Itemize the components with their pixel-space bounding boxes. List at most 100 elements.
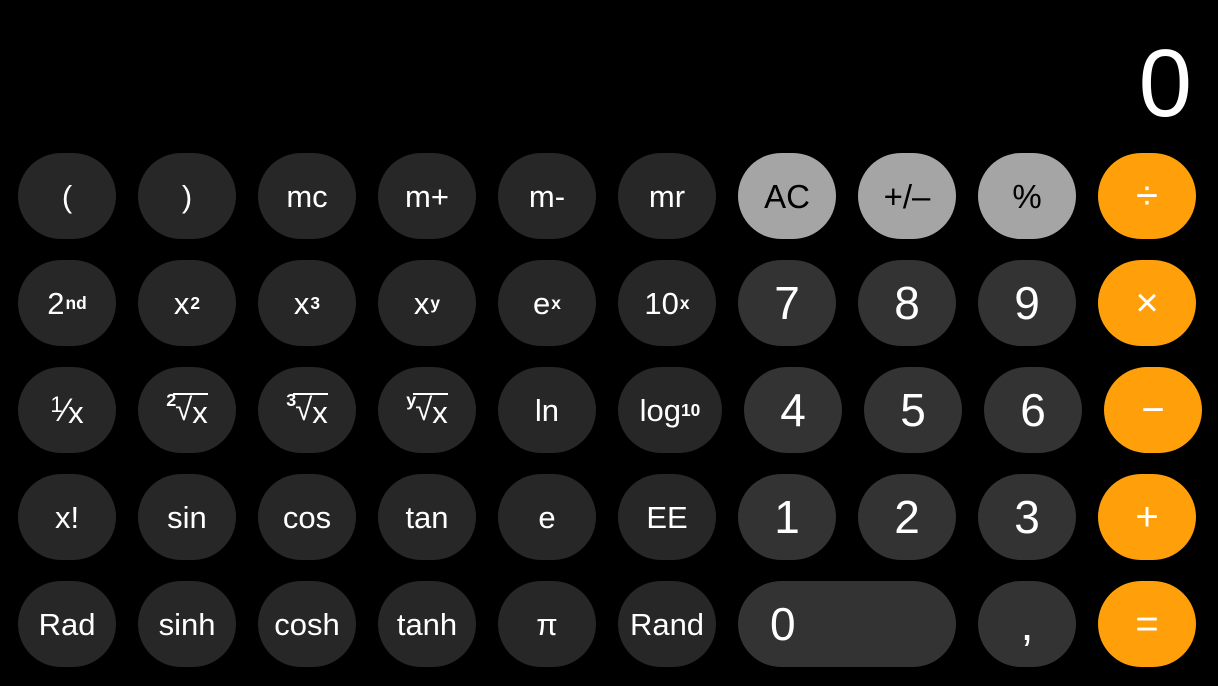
- key-label: 7: [774, 277, 800, 329]
- key-log-base-10[interactable]: log 10: [618, 367, 722, 453]
- key-hyperbolic-tangent[interactable]: tanh: [378, 581, 476, 667]
- key-nth-root[interactable]: y √ x: [378, 367, 476, 453]
- key-memory-subtract[interactable]: m-: [498, 153, 596, 239]
- calculator-keypad: () mc m+ m-mr AC +/–% ÷ 2nd x 2 x 3 x y e x 10 x 7 8 9 × 1 ⁄ x 2 √…: [18, 153, 1202, 667]
- key-exp-e[interactable]: ex: [498, 260, 596, 346]
- key-square[interactable]: x2: [138, 260, 236, 346]
- key-memory-clear[interactable]: mc: [258, 153, 356, 239]
- key-tangent[interactable]: tan: [378, 474, 476, 560]
- key-divide[interactable]: ÷: [1098, 153, 1196, 239]
- key-digit-9[interactable]: 9: [978, 260, 1076, 346]
- key-digit-0[interactable]: 0: [738, 581, 956, 667]
- key-hyperbolic-sine[interactable]: sinh: [138, 581, 236, 667]
- key-hyperbolic-cosine[interactable]: cosh: [258, 581, 356, 667]
- key-label: tan: [405, 499, 449, 535]
- key-label: −: [1141, 388, 1165, 432]
- key-label: ln: [534, 392, 560, 428]
- calculator-app: 0 () mc m+ m-mr AC +/–% ÷ 2nd x 2 x 3 x y e x 10 x 7 8 9 × 1 ⁄ x…: [0, 0, 1218, 686]
- key-label: 9: [1014, 277, 1040, 329]
- radical-operand: x: [312, 394, 328, 430]
- key-sine[interactable]: sin: [138, 474, 236, 560]
- key-euler-constant[interactable]: e: [498, 474, 596, 560]
- key-pi-constant[interactable]: π: [498, 581, 596, 667]
- radical-sign: √: [415, 391, 433, 427]
- key-label: cos: [282, 499, 332, 535]
- key-power-xy[interactable]: xy: [378, 260, 476, 346]
- radical-sign: √: [175, 391, 193, 427]
- radical-operand: x: [192, 394, 208, 430]
- key-percent[interactable]: %: [978, 153, 1076, 239]
- key-label: e: [538, 499, 556, 535]
- key-exp-ten[interactable]: 10 x: [618, 260, 716, 346]
- key-label-base: log: [639, 392, 682, 428]
- key-cube-root[interactable]: 3 √ x: [258, 367, 356, 453]
- key-all-clear[interactable]: AC: [738, 153, 836, 239]
- radical-glyph: 2 √ x: [166, 391, 208, 430]
- key-digit-8[interactable]: 8: [858, 260, 956, 346]
- key-label: 0: [770, 598, 796, 650]
- key-label-base: x: [413, 285, 430, 321]
- key-memory-recall[interactable]: mr: [618, 153, 716, 239]
- key-label: π: [536, 606, 558, 642]
- key-label: Rand: [629, 606, 705, 642]
- key-cosine[interactable]: cos: [258, 474, 356, 560]
- key-digit-4[interactable]: 4: [744, 367, 842, 453]
- key-scientific-notation[interactable]: EE: [618, 474, 716, 560]
- key-reciprocal[interactable]: 1 ⁄ x: [18, 367, 116, 453]
- key-decimal-separator[interactable]: ,: [978, 581, 1076, 667]
- key-label: m-: [528, 178, 566, 214]
- key-second-function[interactable]: 2nd: [18, 260, 116, 346]
- key-label: ,: [1020, 598, 1034, 650]
- fraction-glyph: 1 ⁄ x: [50, 393, 83, 428]
- radical-glyph: y √ x: [406, 391, 448, 430]
- radical-body: √ x: [173, 391, 208, 430]
- key-label-base: 2: [47, 285, 65, 321]
- display-value: 0: [1138, 34, 1192, 134]
- key-digit-3[interactable]: 3: [978, 474, 1076, 560]
- key-memory-add[interactable]: m+: [378, 153, 476, 239]
- key-label: cosh: [274, 606, 340, 642]
- key-label-base: x: [173, 285, 190, 321]
- calculator-display: 0: [0, 34, 1192, 134]
- key-label: tanh: [396, 606, 458, 642]
- key-label: 5: [900, 384, 926, 436]
- key-digit-2[interactable]: 2: [858, 474, 956, 560]
- key-digit-7[interactable]: 7: [738, 260, 836, 346]
- key-label: ÷: [1136, 174, 1158, 218]
- keypad-row: Rad sinh cosh tanh π Rand 0, =: [18, 581, 1200, 667]
- key-close-paren[interactable]: ): [138, 153, 236, 239]
- keypad-row: x! sin cos tan e EE 1 2 3 +: [18, 474, 1200, 560]
- key-radian-mode[interactable]: Rad: [18, 581, 116, 667]
- keypad-row: 2nd x 2 x 3 x y e x 10 x 7 8 9 ×: [18, 260, 1200, 346]
- key-digit-1[interactable]: 1: [738, 474, 836, 560]
- key-open-paren[interactable]: (: [18, 153, 116, 239]
- key-label: 1: [774, 491, 800, 543]
- key-label: m+: [405, 178, 449, 214]
- key-label: x!: [54, 499, 80, 535]
- radical-body: √ x: [413, 391, 448, 430]
- key-subtract[interactable]: −: [1104, 367, 1202, 453]
- key-digit-5[interactable]: 5: [864, 367, 962, 453]
- key-label: 4: [780, 384, 806, 436]
- key-add[interactable]: +: [1098, 474, 1196, 560]
- key-label-base: x: [293, 285, 310, 321]
- key-label-base: 10: [644, 285, 679, 321]
- key-label: +/–: [883, 177, 931, 215]
- key-digit-6[interactable]: 6: [984, 367, 1082, 453]
- key-label: +: [1135, 495, 1159, 539]
- radical-operand: x: [432, 394, 448, 430]
- radical-glyph: 3 √ x: [286, 391, 328, 430]
- key-multiply[interactable]: ×: [1098, 260, 1196, 346]
- key-natural-log[interactable]: ln: [498, 367, 596, 453]
- key-label: sinh: [158, 606, 216, 642]
- key-equals[interactable]: =: [1098, 581, 1196, 667]
- key-sign-toggle[interactable]: +/–: [858, 153, 956, 239]
- key-cube[interactable]: x3: [258, 260, 356, 346]
- key-label: 3: [1014, 491, 1040, 543]
- keypad-row: 1 ⁄ x 2 √ x 3 √ x y √ x ln log 10 4 5 6 −: [18, 367, 1202, 453]
- key-random-number[interactable]: Rand: [618, 581, 716, 667]
- key-factorial[interactable]: x!: [18, 474, 116, 560]
- keypad-row: () mc m+ m-mr AC +/–% ÷: [18, 153, 1200, 239]
- key-label: 6: [1020, 384, 1046, 436]
- key-square-root[interactable]: 2 √ x: [138, 367, 236, 453]
